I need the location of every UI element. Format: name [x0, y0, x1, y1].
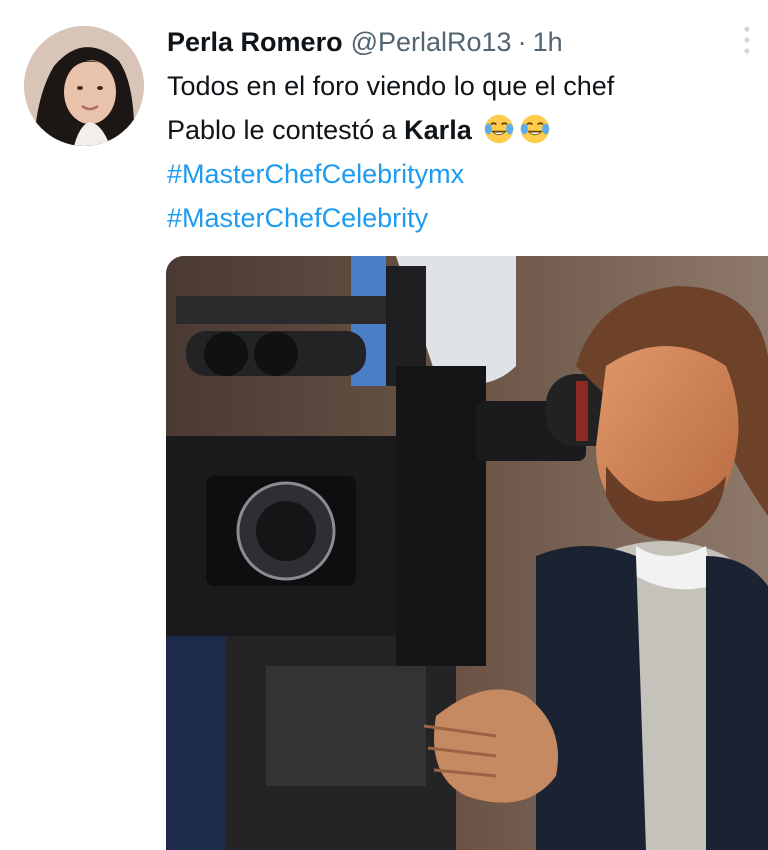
- tweet-header: Perla Romero @PerlalRo13 · 1h: [167, 22, 563, 62]
- tweet-timestamp[interactable]: 1h: [533, 22, 563, 62]
- author-display-name[interactable]: Perla Romero: [167, 22, 343, 62]
- tweet-text-line-2: Pablo le contestó a Karla: [167, 108, 752, 152]
- tweet-text: Todos en el foro viendo lo que el chef P…: [167, 64, 752, 240]
- avatar[interactable]: [24, 26, 144, 146]
- tweet-text-line-1: Todos en el foro viendo lo que el chef: [167, 71, 615, 101]
- author-handle[interactable]: @PerlalRo13: [351, 22, 512, 62]
- avatar-photo: [24, 26, 144, 146]
- tweet-text-plain: Pablo le contestó a: [167, 115, 405, 145]
- more-vertical-icon: [744, 26, 750, 54]
- separator-dot: ·: [517, 27, 527, 57]
- hashtag-link-1[interactable]: #MasterChefCelebritymx: [167, 152, 752, 196]
- face-with-tears-of-joy-icon: [485, 114, 514, 144]
- hashtag-link-2[interactable]: #MasterChefCelebrity: [167, 196, 752, 240]
- more-options-button[interactable]: [742, 25, 752, 55]
- face-with-tears-of-joy-icon: [521, 114, 550, 144]
- tweet-text-bold-name: Karla: [404, 115, 472, 145]
- camera-operator-photo: [166, 256, 768, 850]
- tweet-media-photo[interactable]: [166, 256, 768, 850]
